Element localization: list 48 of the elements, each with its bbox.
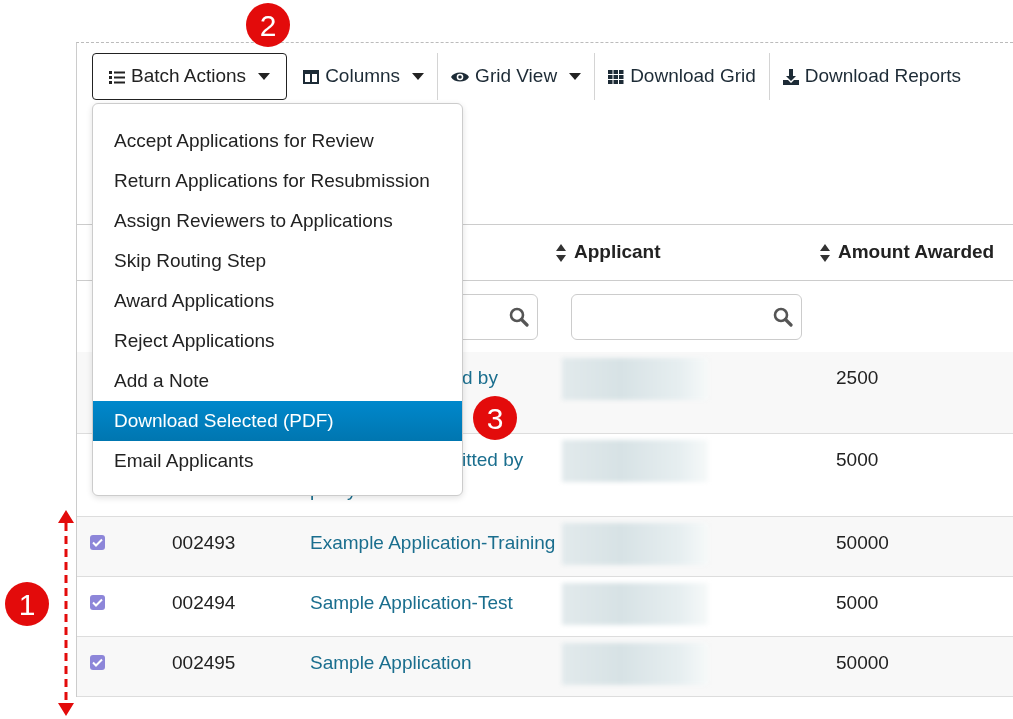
checkbox[interactable] bbox=[90, 595, 105, 610]
eye-icon bbox=[451, 70, 470, 83]
table-cell: 50000 bbox=[836, 532, 889, 553]
check-icon bbox=[92, 658, 103, 667]
toolbar-button[interactable]: Columns bbox=[291, 53, 437, 100]
step-marker: 2 bbox=[246, 3, 290, 47]
menu-item[interactable]: Award Applications bbox=[93, 281, 462, 321]
menu-item[interactable]: Download Selected (PDF) bbox=[93, 401, 462, 441]
check-icon bbox=[92, 538, 103, 547]
menu-item[interactable]: Reject Applications bbox=[93, 321, 462, 361]
columns-icon bbox=[303, 69, 320, 84]
application-link[interactable]: Sample Application-Test bbox=[310, 592, 513, 613]
table-cell: 50000 bbox=[836, 652, 889, 673]
table-cell: 5000 bbox=[836, 449, 879, 470]
table-cell: 002495 bbox=[172, 652, 236, 673]
table-cell: 2500 bbox=[836, 367, 879, 388]
grid-icon bbox=[608, 69, 625, 84]
table-cell: 002494 bbox=[172, 592, 236, 613]
search-icon bbox=[509, 306, 529, 327]
caret-icon bbox=[569, 73, 582, 80]
step-marker: 1 bbox=[5, 582, 49, 626]
menu-item[interactable]: Add a Note bbox=[93, 361, 462, 401]
toolbar-button[interactable]: Download Grid bbox=[596, 53, 768, 100]
toolbar-button[interactable]: Batch Actions bbox=[92, 53, 288, 100]
menu-item[interactable]: Accept Applications for Review bbox=[93, 121, 462, 161]
download-icon bbox=[782, 68, 799, 85]
sort-icon bbox=[820, 243, 830, 262]
checkbox[interactable] bbox=[90, 535, 105, 550]
search-icon bbox=[773, 306, 793, 327]
table-cell: 5000 bbox=[836, 592, 879, 613]
checkbox[interactable] bbox=[90, 655, 105, 670]
check-icon bbox=[92, 598, 103, 607]
caret-icon bbox=[258, 73, 271, 80]
application-link[interactable]: Example Application-Training bbox=[310, 532, 556, 553]
toolbar-button[interactable]: Grid View bbox=[439, 53, 594, 100]
toolbar-button[interactable]: Download Reports bbox=[770, 53, 974, 100]
sort-icon bbox=[556, 243, 566, 262]
application-link[interactable]: Sample Application bbox=[310, 652, 472, 673]
menu-item[interactable]: Return Applications for Resubmission bbox=[93, 161, 462, 201]
menu-item[interactable]: Assign Reviewers to Applications bbox=[93, 201, 462, 241]
application-link[interactable]: d by bbox=[462, 367, 498, 388]
caret-icon bbox=[412, 73, 425, 80]
menu-item[interactable]: Skip Routing Step bbox=[93, 241, 462, 281]
column-header[interactable]: Amount Awarded bbox=[838, 238, 995, 267]
search-field[interactable] bbox=[571, 293, 802, 340]
column-header[interactable]: Applicant bbox=[574, 238, 661, 267]
table-cell: 002493 bbox=[172, 532, 236, 553]
list-icon bbox=[109, 69, 125, 84]
